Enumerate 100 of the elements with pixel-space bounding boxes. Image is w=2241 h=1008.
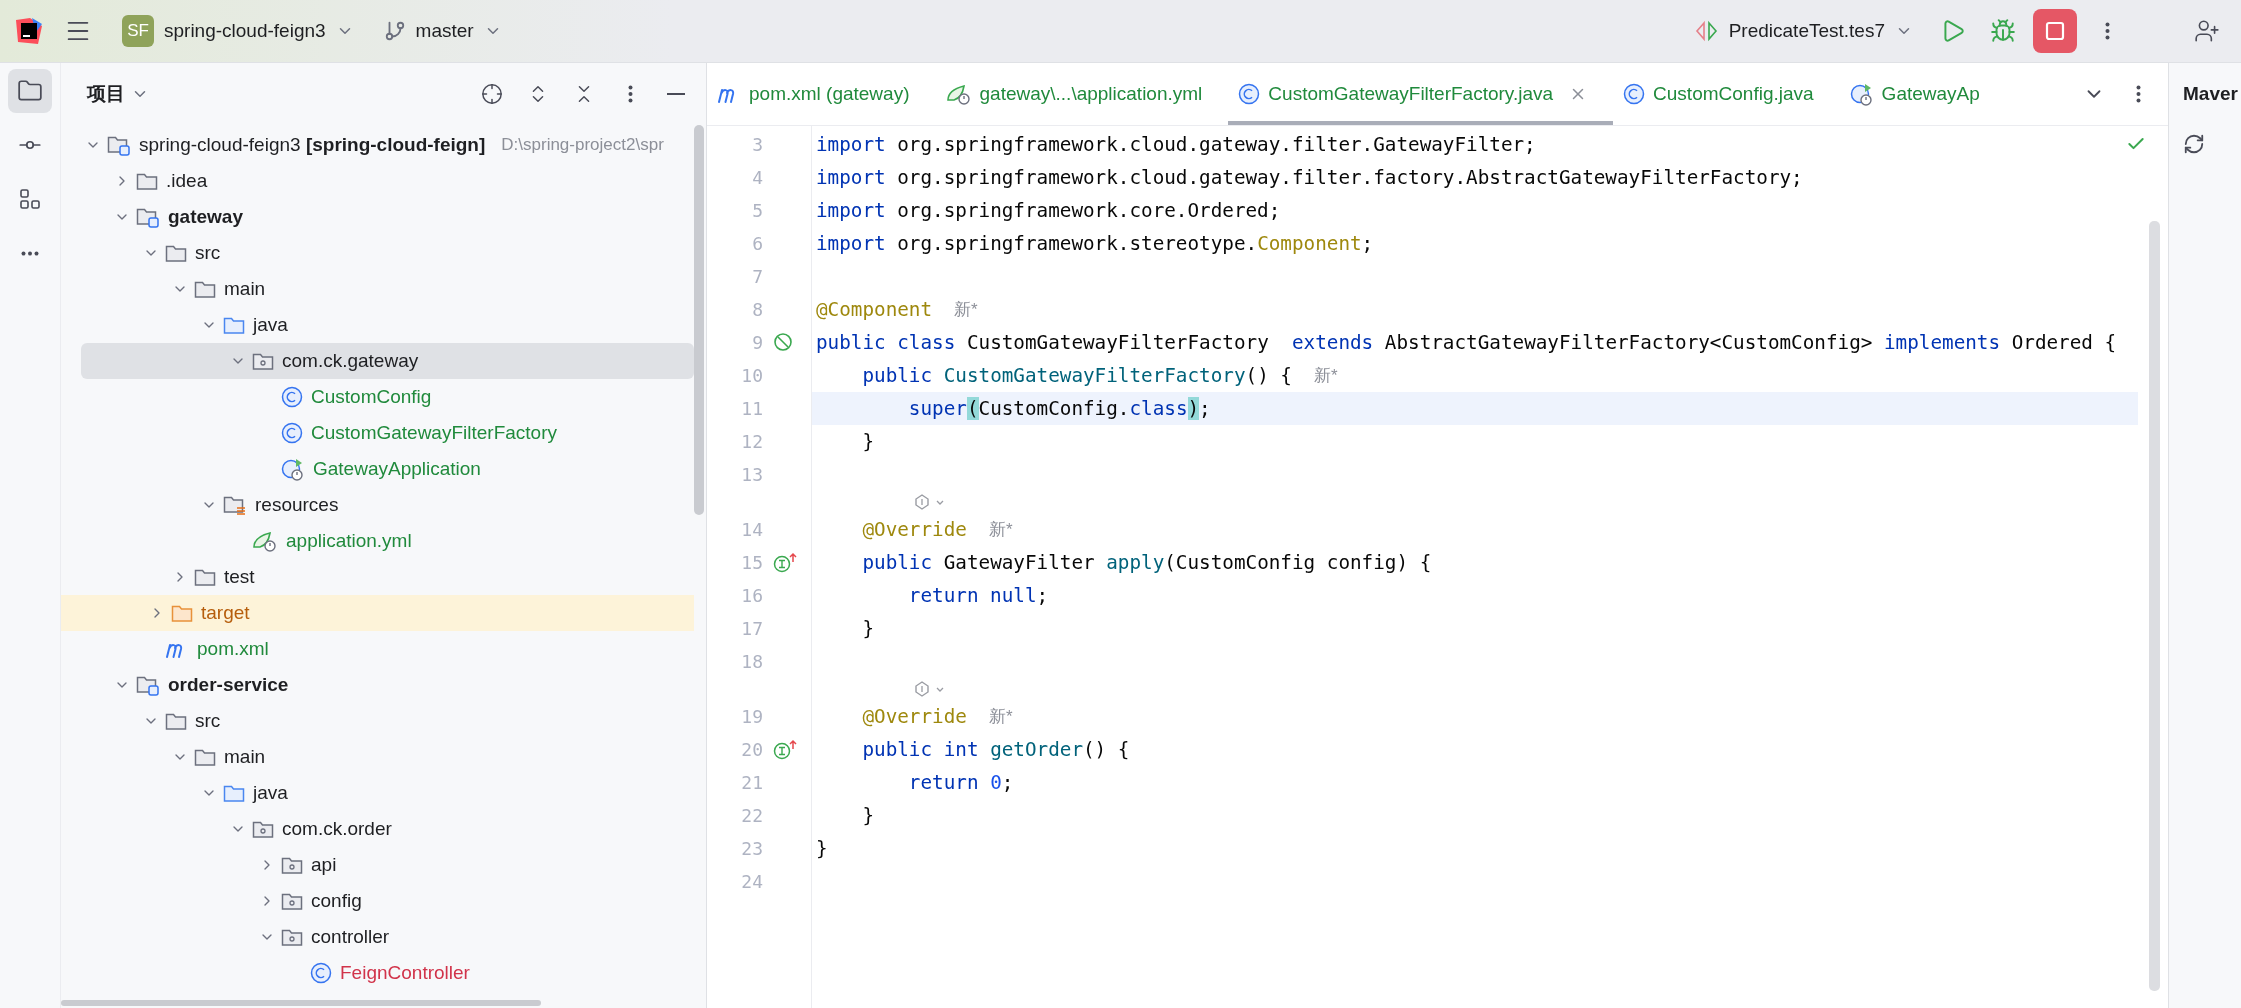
tree-row[interactable]: main xyxy=(81,739,694,775)
module-folder-icon xyxy=(136,206,160,228)
line-number: 12 xyxy=(740,431,763,452)
refresh-icon[interactable] xyxy=(2183,133,2205,155)
stop-icon xyxy=(2045,21,2065,41)
tree-row[interactable]: CustomConfig xyxy=(81,379,694,415)
branch-icon xyxy=(383,20,406,42)
tree-row[interactable]: GatewayApplication xyxy=(81,451,694,487)
tree-row[interactable]: resources xyxy=(81,487,694,523)
code-text: public class CustomGatewayFilterFactory extends AbstractGatewayFilterFactory<CustomConfig> implements Ordered { xyxy=(816,331,2117,354)
package-folder-icon xyxy=(281,891,303,911)
more-icon xyxy=(21,250,39,256)
line-number: 14 xyxy=(740,519,763,540)
line-number: 17 xyxy=(740,618,763,639)
tree-row[interactable]: src xyxy=(81,703,694,739)
tree-item-label: application.yml xyxy=(286,530,412,552)
line-number: 18 xyxy=(740,651,763,672)
tree-item-label: main xyxy=(224,746,266,768)
scrollbar[interactable] xyxy=(694,125,704,515)
app-logo[interactable] xyxy=(14,16,44,46)
tree-row[interactable]: order-service xyxy=(81,667,694,703)
line-number: 10 xyxy=(740,365,763,386)
project-widget[interactable]: SF spring-cloud-feign3 xyxy=(112,9,364,53)
editor-tab[interactable]: CustomGatewayFilterFactory.java xyxy=(1228,63,1614,125)
tree-row[interactable]: api xyxy=(81,847,694,883)
tree-row[interactable]: java xyxy=(81,775,694,811)
tree-item-label: GatewayApplication xyxy=(313,458,481,480)
tree-row[interactable]: CustomGatewayFilterFactory xyxy=(81,415,694,451)
editor-tab[interactable]: gateway\...\application.yml xyxy=(935,63,1229,125)
tree-item-label: pom.xml xyxy=(197,638,269,660)
scrollbar[interactable] xyxy=(61,1000,541,1006)
code-text: @Override xyxy=(861,705,967,728)
tree-row[interactable]: target xyxy=(61,595,694,631)
tree-item-label: controller xyxy=(311,926,390,948)
run-config-widget[interactable]: PredicateTest.tes7 xyxy=(1684,14,1923,48)
tree-row[interactable]: config xyxy=(81,883,694,919)
bean-icon[interactable] xyxy=(773,331,795,354)
folder-icon xyxy=(165,711,187,731)
tree-row[interactable]: com.ck.order xyxy=(81,811,694,847)
line-number: 4 xyxy=(751,167,763,188)
spring-leaf-icon xyxy=(945,83,972,105)
tree-row[interactable]: java xyxy=(81,307,694,343)
class-icon xyxy=(1238,83,1261,105)
code-text: import org.springframework.stereotype.Component; xyxy=(816,232,1374,255)
editor-tab[interactable]: GatewayAp xyxy=(1839,63,2006,125)
code-text: import org.springframework.cloud.gateway.filter.factory.AbstractGatewayFilterFactory; xyxy=(816,166,1803,189)
tree-row[interactable]: spring-cloud-feign3 [spring-cloud-feign] D:\spring-project2\spr xyxy=(81,127,694,163)
implements-icon[interactable] xyxy=(773,551,797,574)
spring-leaf-icon xyxy=(252,530,278,552)
tree-row[interactable]: test xyxy=(81,559,694,595)
scrollbar[interactable] xyxy=(2149,221,2160,991)
line-number: 3 xyxy=(751,134,763,155)
folder-icon xyxy=(17,78,43,104)
tree-row[interactable]: com.ck.gateway xyxy=(81,343,694,379)
package-folder-icon xyxy=(252,819,274,839)
line-number: 22 xyxy=(740,805,763,826)
editor-tab[interactable]: CustomConfig.java xyxy=(1613,63,1840,125)
line-number: 8 xyxy=(751,299,763,320)
tree-item-label: FeignController xyxy=(340,962,470,984)
code-text: return null; xyxy=(907,584,1049,607)
tree-row[interactable]: src xyxy=(81,235,694,271)
line-number: 9 xyxy=(751,332,763,353)
implements-icon[interactable] xyxy=(773,738,797,761)
spring-class-icon xyxy=(281,457,305,481)
tree-row[interactable]: controller xyxy=(81,919,694,955)
branch-widget[interactable]: master xyxy=(373,14,512,48)
tree-row[interactable]: application.yml xyxy=(81,523,694,559)
tree-row[interactable]: pom.xml xyxy=(81,631,694,667)
code-text: } xyxy=(816,837,828,860)
line-number: 19 xyxy=(740,706,763,727)
bug-icon xyxy=(1990,18,2016,44)
project-path: D:\spring-project2\spr xyxy=(501,135,664,155)
folder-icon xyxy=(223,315,245,335)
line-number: 6 xyxy=(751,233,763,254)
class-icon xyxy=(310,962,332,984)
tree-item-label: api xyxy=(311,854,337,876)
tool-window-button[interactable] xyxy=(8,69,52,113)
code-text: public int getOrder() { xyxy=(861,738,1130,761)
tree-row[interactable]: .idea xyxy=(81,163,694,199)
tree-row[interactable]: main xyxy=(81,271,694,307)
package-folder-icon xyxy=(281,855,303,875)
resources-folder-icon xyxy=(223,494,247,516)
tree-item-label: resources xyxy=(255,494,339,516)
package-folder-icon xyxy=(252,351,274,371)
stop-button[interactable] xyxy=(2033,9,2077,53)
line-number: 16 xyxy=(740,585,763,606)
project-name: spring-cloud-feign3 xyxy=(164,20,326,42)
class-icon xyxy=(281,386,303,408)
editor-tab[interactable]: pom.xml (gateway) xyxy=(707,63,936,125)
folder-icon xyxy=(194,747,216,767)
tree-item-label: CustomConfig xyxy=(311,386,432,408)
tree-row[interactable]: FeignController xyxy=(81,955,694,991)
line-number: 21 xyxy=(740,772,763,793)
line-number: 11 xyxy=(740,398,763,419)
panel-title[interactable]: 项目 xyxy=(81,77,155,111)
code-text: import org.springframework.core.Ordered; xyxy=(816,199,1281,222)
code-text: @Component xyxy=(816,298,933,321)
folder-icon xyxy=(136,171,158,191)
tree-row[interactable]: gateway xyxy=(81,199,694,235)
code-text: } xyxy=(861,804,875,827)
